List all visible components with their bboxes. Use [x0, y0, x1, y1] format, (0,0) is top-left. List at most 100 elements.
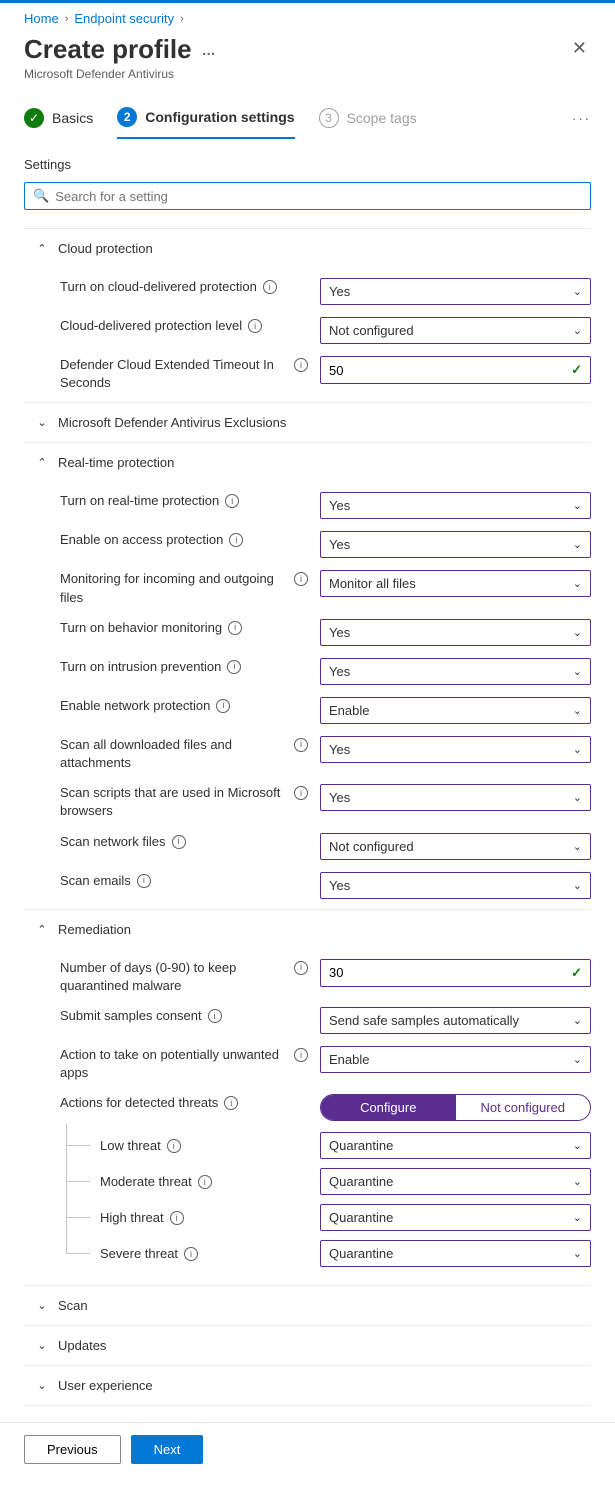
- group-scan[interactable]: ⌄ Scan: [24, 1285, 591, 1325]
- wizard-more-icon[interactable]: ···: [572, 111, 591, 136]
- select-value: Quarantine: [329, 1210, 393, 1225]
- chevron-down-icon: ⌄: [573, 743, 582, 756]
- info-icon[interactable]: i: [294, 358, 308, 372]
- info-icon[interactable]: i: [263, 280, 277, 294]
- close-button[interactable]: ✕: [568, 34, 591, 63]
- scan-scripts-select[interactable]: Yes⌄: [320, 784, 591, 811]
- select-value: Not configured: [329, 323, 414, 338]
- group-title: Scan: [58, 1298, 88, 1313]
- network-protection-select[interactable]: Enable⌄: [320, 697, 591, 724]
- setting-label: Scan scripts that are used in Microsoft …: [60, 784, 288, 820]
- chevron-down-icon: ⌄: [573, 499, 582, 512]
- group-remediation[interactable]: ⌃ Remediation: [24, 910, 591, 949]
- page-title-text: Create profile: [24, 34, 192, 65]
- wizard-step-scope-tags[interactable]: 3 Scope tags: [319, 108, 417, 138]
- info-icon[interactable]: i: [225, 494, 239, 508]
- group-updates[interactable]: ⌄ Updates: [24, 1325, 591, 1365]
- search-input[interactable]: [55, 189, 582, 204]
- info-icon[interactable]: i: [294, 738, 308, 752]
- page-title: Create profile …: [24, 34, 217, 65]
- toggle-not-configured[interactable]: Not configured: [456, 1095, 591, 1120]
- info-icon[interactable]: i: [172, 835, 186, 849]
- info-icon[interactable]: i: [294, 572, 308, 586]
- info-icon[interactable]: i: [294, 1048, 308, 1062]
- behavior-monitoring-select[interactable]: Yes⌄: [320, 619, 591, 646]
- high-threat-select[interactable]: Quarantine⌄: [320, 1204, 591, 1231]
- threat-label: Severe threat: [100, 1246, 178, 1261]
- chevron-up-icon: ⌃: [36, 456, 48, 469]
- info-icon[interactable]: i: [184, 1247, 198, 1261]
- intrusion-prevention-select[interactable]: Yes⌄: [320, 658, 591, 685]
- info-icon[interactable]: i: [137, 874, 151, 888]
- setting-label: Scan all downloaded files and attachment…: [60, 736, 288, 772]
- info-icon[interactable]: i: [294, 786, 308, 800]
- info-icon[interactable]: i: [170, 1211, 184, 1225]
- chevron-down-icon: ⌄: [573, 879, 582, 892]
- previous-button[interactable]: Previous: [24, 1435, 121, 1464]
- threat-label: Low threat: [100, 1138, 161, 1153]
- setting-label: Turn on cloud-delivered protection: [60, 278, 257, 296]
- group-realtime[interactable]: ⌃ Real-time protection: [24, 443, 591, 482]
- select-value: Yes: [329, 790, 350, 805]
- wizard-step-configuration[interactable]: 2 Configuration settings: [117, 107, 294, 139]
- quarantine-days-input[interactable]: ✓: [320, 959, 591, 987]
- wizard-step-basics[interactable]: ✓ Basics: [24, 108, 93, 138]
- info-icon[interactable]: i: [198, 1175, 212, 1189]
- info-icon[interactable]: i: [227, 660, 241, 674]
- group-title: Microsoft Defender Antivirus Exclusions: [58, 415, 286, 430]
- threat-label: Moderate threat: [100, 1174, 192, 1189]
- group-title: Cloud protection: [58, 241, 153, 256]
- chevron-down-icon: ⌄: [36, 1299, 48, 1312]
- chevron-down-icon: ⌄: [36, 1339, 48, 1352]
- info-icon[interactable]: i: [294, 961, 308, 975]
- quarantine-days-field[interactable]: [329, 965, 531, 980]
- info-icon[interactable]: i: [208, 1009, 222, 1023]
- info-icon[interactable]: i: [248, 319, 262, 333]
- cloud-protection-level-select[interactable]: Not configured⌄: [320, 317, 591, 344]
- scan-downloaded-select[interactable]: Yes⌄: [320, 736, 591, 763]
- cloud-timeout-field[interactable]: [329, 363, 531, 378]
- info-icon[interactable]: i: [216, 699, 230, 713]
- chevron-down-icon: ⌄: [573, 1053, 582, 1066]
- cloud-timeout-input[interactable]: ✓: [320, 356, 591, 384]
- setting-label: Defender Cloud Extended Timeout In Secon…: [60, 356, 288, 392]
- step-number: 2: [117, 107, 137, 127]
- breadcrumb-home[interactable]: Home: [24, 11, 59, 26]
- select-value: Yes: [329, 284, 350, 299]
- info-icon[interactable]: i: [224, 1096, 238, 1110]
- breadcrumb-endpoint-security[interactable]: Endpoint security: [74, 11, 174, 26]
- detected-threats-toggle[interactable]: Configure Not configured: [320, 1094, 591, 1121]
- check-icon: ✓: [24, 108, 44, 128]
- severe-threat-select[interactable]: Quarantine⌄: [320, 1240, 591, 1267]
- moderate-threat-select[interactable]: Quarantine⌄: [320, 1168, 591, 1195]
- pua-action-select[interactable]: Enable⌄: [320, 1046, 591, 1073]
- next-button[interactable]: Next: [131, 1435, 204, 1464]
- group-title: User experience: [58, 1378, 153, 1393]
- scan-network-files-select[interactable]: Not configured⌄: [320, 833, 591, 860]
- info-icon[interactable]: i: [167, 1139, 181, 1153]
- search-input-container[interactable]: 🔍: [24, 182, 591, 210]
- group-exclusions[interactable]: ⌄ Microsoft Defender Antivirus Exclusion…: [24, 402, 591, 443]
- realtime-protection-select[interactable]: Yes⌄: [320, 492, 591, 519]
- monitoring-files-select[interactable]: Monitor all files⌄: [320, 570, 591, 597]
- chevron-down-icon: ⌄: [36, 416, 48, 429]
- more-icon[interactable]: …: [202, 42, 217, 58]
- check-icon: ✓: [571, 362, 582, 378]
- chevron-down-icon: ⌄: [573, 665, 582, 678]
- info-icon[interactable]: i: [229, 533, 243, 547]
- toggle-configure[interactable]: Configure: [321, 1095, 456, 1120]
- chevron-down-icon: ⌄: [573, 1247, 582, 1260]
- samples-consent-select[interactable]: Send safe samples automatically⌄: [320, 1007, 591, 1034]
- info-icon[interactable]: i: [228, 621, 242, 635]
- group-user-experience[interactable]: ⌄ User experience: [24, 1365, 591, 1406]
- setting-label: Scan emails: [60, 872, 131, 890]
- select-value: Yes: [329, 625, 350, 640]
- group-cloud-protection[interactable]: ⌃ Cloud protection: [24, 229, 591, 268]
- setting-label: Turn on real-time protection: [60, 492, 219, 510]
- on-access-protection-select[interactable]: Yes⌄: [320, 531, 591, 558]
- group-title: Real-time protection: [58, 455, 174, 470]
- low-threat-select[interactable]: Quarantine⌄: [320, 1132, 591, 1159]
- scan-emails-select[interactable]: Yes⌄: [320, 872, 591, 899]
- cloud-delivered-protection-select[interactable]: Yes⌄: [320, 278, 591, 305]
- select-value: Send safe samples automatically: [329, 1013, 519, 1028]
